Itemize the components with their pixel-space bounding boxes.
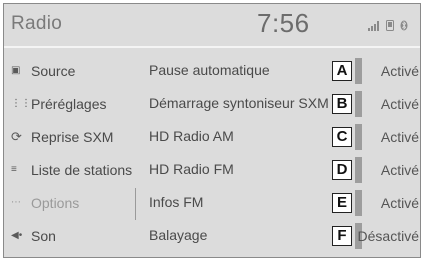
options-icon: ⋯	[11, 197, 21, 208]
sidebar-item-label: Reprise SXM	[31, 128, 114, 145]
sidebar-item-label: Liste de stations	[31, 161, 133, 178]
phone-icon	[386, 20, 394, 31]
sidebar-item-options[interactable]: ⋯ Options	[4, 186, 134, 219]
toggle-value: Activé	[380, 129, 419, 145]
toggle-value: Désactivé	[357, 228, 419, 244]
option-label: Pause automatique	[149, 62, 270, 78]
source-icon: ▣	[11, 65, 21, 76]
toggle-indicator	[355, 58, 362, 84]
callout-letter: A	[332, 61, 352, 81]
sidebar-item-label: Source	[31, 62, 76, 79]
clock: 7:56	[257, 8, 310, 38]
header: Radio 7:56	[4, 4, 420, 48]
status-bar	[368, 20, 408, 31]
selection-divider	[135, 188, 136, 220]
toggle-indicator	[355, 157, 362, 183]
callout-letter: D	[332, 160, 352, 180]
callout-letter: E	[332, 193, 352, 213]
sidebar-item-label: Options	[31, 194, 80, 211]
toggle-value: Activé	[380, 96, 419, 112]
bluetooth-icon	[400, 20, 408, 31]
sidebar-item-label: Préréglages	[31, 95, 107, 112]
toggle-sxm-tuner-start[interactable]: Activé	[355, 91, 420, 117]
sidebar-item-station-list[interactable]: ≡ Liste de stations	[4, 153, 134, 186]
station-list-icon: ≡	[11, 164, 17, 175]
radio-screen: Radio 7:56 ▣ Source ⋮⋮ Préréglages ⟳ Rep…	[3, 3, 421, 258]
sidebar-item-replay[interactable]: ⟳ Reprise SXM	[4, 120, 134, 153]
sidebar-item-label: Son	[31, 227, 56, 244]
option-row-auto-pause[interactable]: Pause automatique A Activé	[149, 54, 420, 87]
signal-icon	[368, 20, 379, 31]
toggle-value: Activé	[380, 63, 419, 79]
option-label: Balayage	[149, 227, 208, 243]
presets-icon: ⋮⋮	[11, 98, 31, 109]
options-list: Pause automatique A Activé Démarrage syn…	[149, 54, 420, 252]
page-title: Radio	[11, 13, 63, 34]
toggle-auto-pause[interactable]: Activé	[355, 58, 420, 84]
option-label: Infos FM	[149, 194, 204, 210]
sidebar: ▣ Source ⋮⋮ Préréglages ⟳ Reprise SXM ≡ …	[4, 54, 134, 252]
toggle-value: Activé	[380, 195, 419, 211]
option-label: HD Radio FM	[149, 161, 234, 177]
option-row-hd-radio-am[interactable]: HD Radio AM C Activé	[149, 120, 420, 153]
toggle-indicator	[355, 91, 362, 117]
sound-icon: ◀•	[11, 230, 23, 241]
toggle-fm-info[interactable]: Activé	[355, 190, 420, 216]
callout-letter: C	[332, 127, 352, 147]
sidebar-item-presets[interactable]: ⋮⋮ Préréglages	[4, 87, 134, 120]
toggle-indicator	[355, 124, 362, 150]
sidebar-item-sound[interactable]: ◀• Son	[4, 219, 134, 252]
sidebar-item-source[interactable]: ▣ Source	[4, 54, 134, 87]
option-row-hd-radio-fm[interactable]: HD Radio FM D Activé	[149, 153, 420, 186]
toggle-hd-radio-am[interactable]: Activé	[355, 124, 420, 150]
toggle-value: Activé	[380, 162, 419, 178]
replay-icon: ⟳	[11, 128, 22, 144]
option-row-sxm-tuner-start[interactable]: Démarrage syntoniseur SXM B Activé	[149, 87, 420, 120]
option-label: HD Radio AM	[149, 128, 234, 144]
option-row-scan[interactable]: Balayage F Désactivé	[149, 219, 420, 252]
toggle-hd-radio-fm[interactable]: Activé	[355, 157, 420, 183]
toggle-scan[interactable]: Désactivé	[355, 223, 420, 249]
option-label: Démarrage syntoniseur SXM	[149, 95, 329, 111]
callout-letter: F	[332, 226, 352, 246]
callout-letter: B	[332, 94, 352, 114]
option-row-fm-info[interactable]: Infos FM E Activé	[149, 186, 420, 219]
toggle-indicator	[355, 190, 362, 216]
